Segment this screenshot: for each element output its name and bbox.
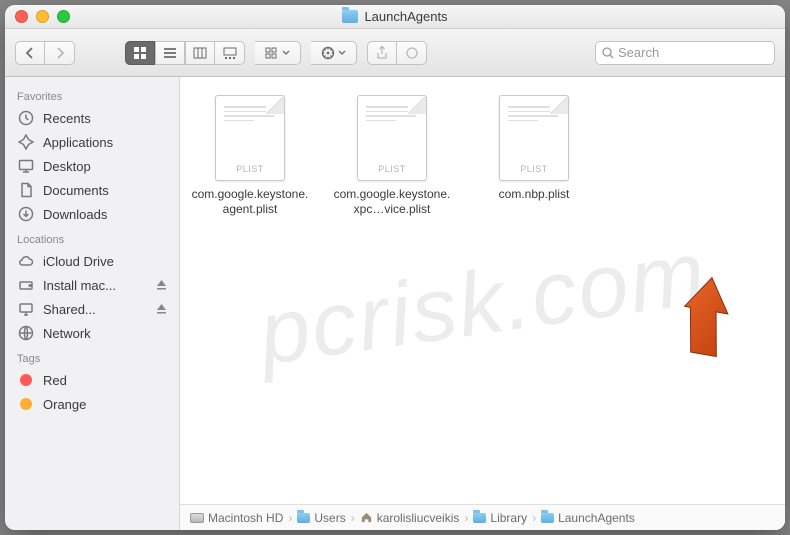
- eject-icon[interactable]: [156, 302, 167, 317]
- tag-dot-icon: [17, 371, 35, 389]
- path-separator-icon: ›: [351, 511, 355, 525]
- sidebar-item-install[interactable]: Install mac...: [5, 273, 179, 297]
- path-separator-icon: ›: [464, 511, 468, 525]
- list-view-button[interactable]: [155, 41, 185, 65]
- downloads-icon: [17, 205, 35, 223]
- arrange-button[interactable]: [255, 41, 301, 65]
- toolbar: Search: [5, 29, 785, 77]
- sidebar-item-network[interactable]: Network: [5, 321, 179, 345]
- back-button[interactable]: [15, 41, 45, 65]
- plist-file-icon: PLIST: [499, 95, 569, 181]
- sidebar-item-tag-orange[interactable]: Orange: [5, 392, 179, 416]
- sidebar-header-favorites: Favorites: [5, 83, 179, 106]
- sidebar-header-locations: Locations: [5, 226, 179, 249]
- search-input[interactable]: Search: [595, 41, 775, 65]
- file-item[interactable]: PLIST com.nbp.plist: [474, 95, 594, 202]
- globe-icon: [17, 324, 35, 342]
- maximize-window-button[interactable]: [57, 10, 70, 23]
- clock-icon: [17, 109, 35, 127]
- hd-icon: [190, 513, 204, 523]
- file-name: com.nbp.plist: [499, 187, 570, 202]
- documents-icon: [17, 181, 35, 199]
- traffic-lights: [15, 10, 70, 23]
- titlebar[interactable]: LaunchAgents: [5, 5, 785, 29]
- files-grid: PLIST com.google.keystone.agent.plist PL…: [180, 77, 785, 504]
- file-item[interactable]: PLIST com.google.keystone.xpc…vice.plist: [332, 95, 452, 217]
- cloud-icon: [17, 252, 35, 270]
- disk-icon: [17, 276, 35, 294]
- sidebar-item-downloads[interactable]: Downloads: [5, 202, 179, 226]
- eject-icon[interactable]: [156, 278, 167, 293]
- sidebar-item-tag-red[interactable]: Red: [5, 368, 179, 392]
- sidebar: Favorites Recents Applications Desktop D…: [5, 77, 180, 530]
- file-name: com.google.keystone.xpc…vice.plist: [332, 187, 452, 217]
- forward-button[interactable]: [45, 41, 75, 65]
- desktop-icon: [17, 157, 35, 175]
- path-item-home[interactable]: karolisliucveikis: [360, 511, 460, 525]
- plist-file-icon: PLIST: [215, 95, 285, 181]
- window-title-text: LaunchAgents: [364, 9, 447, 24]
- column-view-button[interactable]: [185, 41, 215, 65]
- sidebar-item-shared[interactable]: Shared...: [5, 297, 179, 321]
- view-mode-buttons: [125, 41, 245, 65]
- home-icon: [360, 511, 373, 524]
- sidebar-item-applications[interactable]: Applications: [5, 130, 179, 154]
- path-item-macintosh-hd[interactable]: Macintosh HD: [190, 511, 283, 525]
- action-button-group: [311, 41, 357, 65]
- arrange-button-group: [255, 41, 301, 65]
- search-icon: [602, 47, 614, 59]
- content-area[interactable]: pcrisk.com PLIST com.google.keystone.age…: [180, 77, 785, 530]
- window-title: LaunchAgents: [342, 9, 447, 24]
- path-separator-icon: ›: [288, 511, 292, 525]
- share-button[interactable]: [367, 41, 397, 65]
- plist-file-icon: PLIST: [357, 95, 427, 181]
- icon-view-button[interactable]: [125, 41, 155, 65]
- folder-icon: [297, 513, 310, 523]
- screen-icon: [17, 300, 35, 318]
- sidebar-item-recents[interactable]: Recents: [5, 106, 179, 130]
- file-name: com.google.keystone.agent.plist: [190, 187, 310, 217]
- file-item[interactable]: PLIST com.google.keystone.agent.plist: [190, 95, 310, 217]
- close-window-button[interactable]: [15, 10, 28, 23]
- nav-buttons: [15, 41, 75, 65]
- share-tag-buttons: [367, 41, 427, 65]
- folder-icon: [342, 10, 358, 23]
- folder-icon: [473, 513, 486, 523]
- tag-dot-icon: [17, 395, 35, 413]
- path-separator-icon: ›: [532, 511, 536, 525]
- gallery-view-button[interactable]: [215, 41, 245, 65]
- apps-icon: [17, 133, 35, 151]
- sidebar-item-documents[interactable]: Documents: [5, 178, 179, 202]
- path-item-library[interactable]: Library: [473, 511, 527, 525]
- tags-button[interactable]: [397, 41, 427, 65]
- search-placeholder: Search: [618, 45, 659, 60]
- sidebar-item-desktop[interactable]: Desktop: [5, 154, 179, 178]
- finder-window: LaunchAgents Search: [5, 5, 785, 530]
- minimize-window-button[interactable]: [36, 10, 49, 23]
- sidebar-item-icloud[interactable]: iCloud Drive: [5, 249, 179, 273]
- path-bar: Macintosh HD › Users › karolisliucveikis…: [180, 504, 785, 530]
- folder-icon: [541, 513, 554, 523]
- path-item-users[interactable]: Users: [297, 511, 345, 525]
- sidebar-header-tags: Tags: [5, 345, 179, 368]
- action-menu-button[interactable]: [311, 41, 357, 65]
- path-item-launchagents[interactable]: LaunchAgents: [541, 511, 635, 525]
